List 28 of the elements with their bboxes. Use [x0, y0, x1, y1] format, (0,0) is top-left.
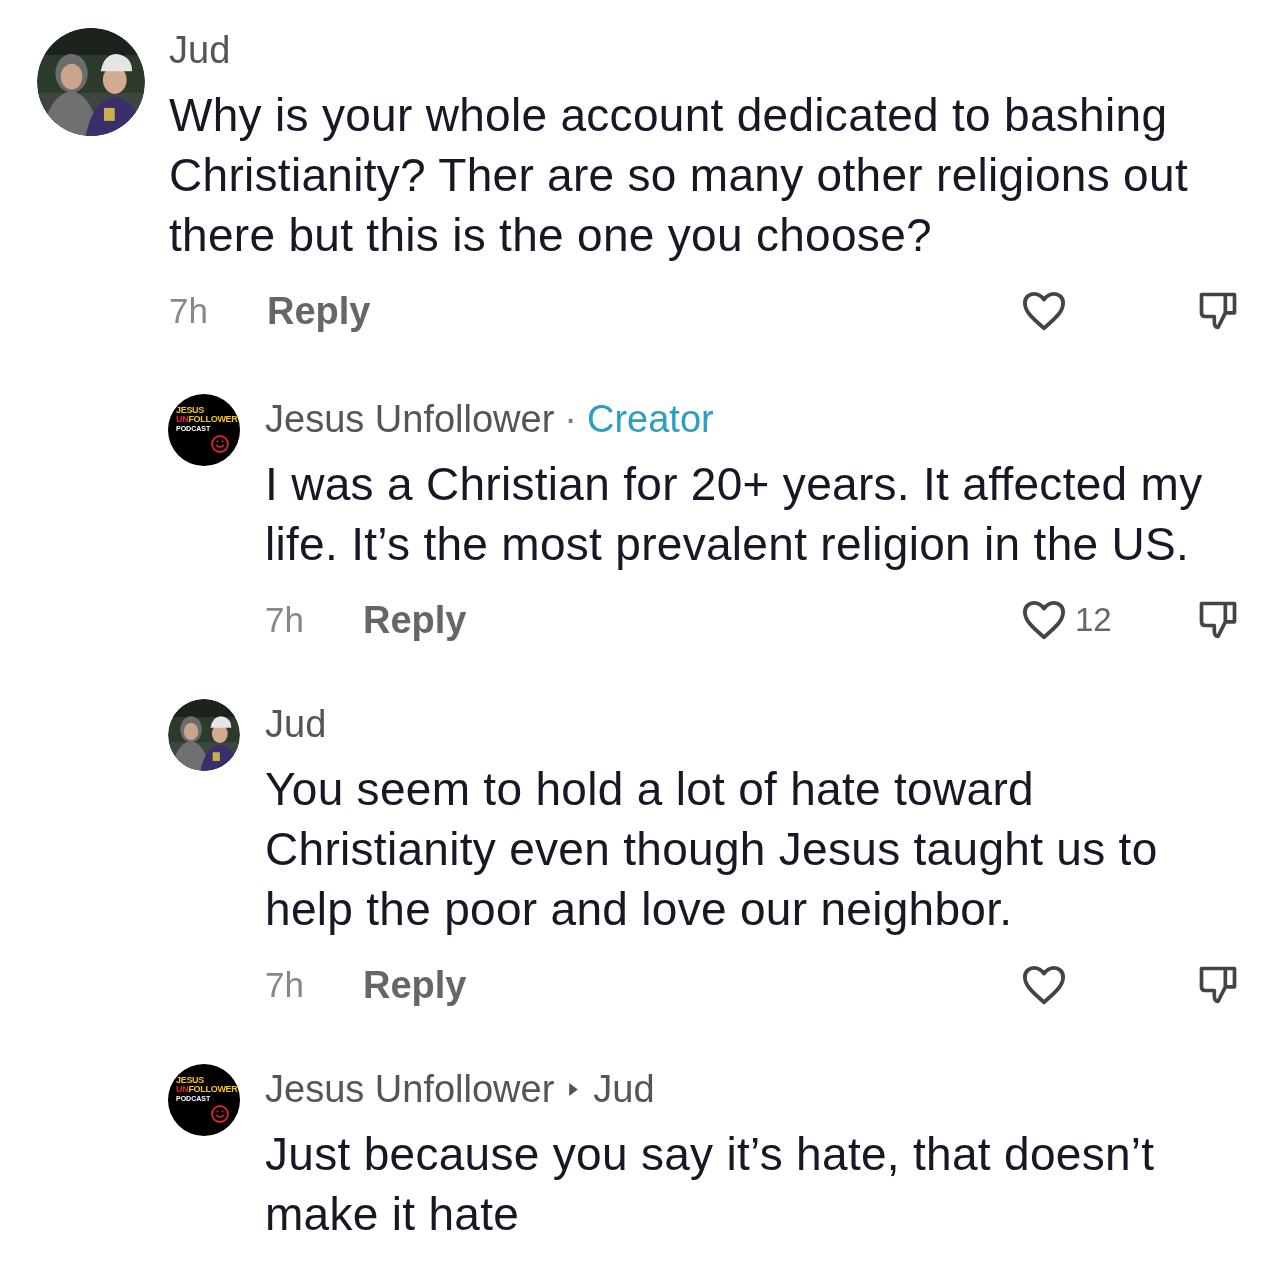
timestamp: 7h	[265, 965, 305, 1005]
comment-text: I was a Christian for 20+ years. It affected my life. It’s the most prevalent religion in the US.	[265, 457, 1204, 572]
username[interactable]: Jesus Unfollower	[265, 1067, 555, 1111]
username[interactable]: Jud	[265, 702, 327, 746]
comment-text: Why is your whole account dedicated to bashing Christianity? Ther are so many other religions out there but this is the one you choose?	[169, 88, 1189, 263]
username[interactable]: Jud	[593, 1067, 655, 1111]
logo-text: UNFOLLOWER	[176, 415, 239, 424]
creator-label: Creator	[587, 397, 714, 441]
heart-icon[interactable]	[1021, 599, 1067, 641]
heart-icon[interactable]	[1021, 290, 1067, 332]
timestamp: 7h	[169, 291, 209, 331]
like-count: 12	[1075, 601, 1112, 639]
reply-button[interactable]: Reply	[267, 289, 371, 333]
reply-button[interactable]: Reply	[363, 963, 467, 1007]
username[interactable]: Jesus Unfollower	[265, 397, 555, 441]
triangle-icon	[568, 1081, 580, 1097]
logo-text: JESUS	[176, 1076, 205, 1085]
heart-icon[interactable]	[1021, 964, 1067, 1006]
smiley-icon	[210, 434, 230, 454]
username[interactable]: Jud	[169, 28, 231, 72]
comment-text: You seem to hold a lot of hate toward Christianity even though Jesus taught us to help the poor and love our neighbor.	[265, 762, 1159, 937]
logo-text: UNFOLLOWER	[176, 1085, 239, 1094]
separator: ·	[564, 397, 577, 441]
timestamp: 7h	[265, 600, 305, 640]
smiley-icon	[210, 1104, 230, 1124]
logo-text: JESUS	[176, 406, 205, 415]
reply-button[interactable]: Reply	[363, 598, 467, 642]
comment-text: Just because you say it’s hate, that doesn’t make it hate	[265, 1127, 1156, 1242]
